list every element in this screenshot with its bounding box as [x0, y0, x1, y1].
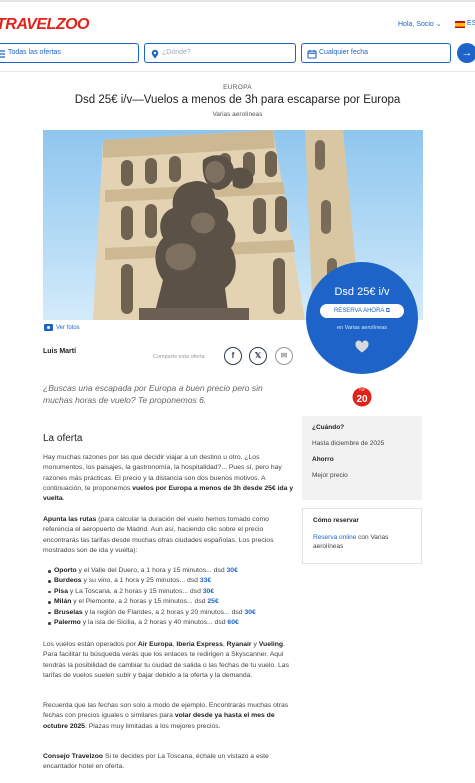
article-paragraph-3: Los vuelos están operados por Air Europa… — [43, 640, 295, 681]
airline-iberia-express: Iberia Express — [176, 641, 223, 648]
destination-input[interactable]: ¿Dónde? — [144, 43, 296, 63]
route-detail: y su vino, a 1 hora y 25 minutos... dsd — [81, 577, 200, 585]
heart-icon[interactable] — [355, 340, 369, 354]
share-label: Comparte esta oferta — [153, 354, 205, 360]
x-share-button[interactable]: 𝕏 — [249, 347, 267, 365]
route-price-link[interactable]: 60€ — [227, 619, 238, 626]
account-menu[interactable]: Hola, Socio ⌄ — [398, 20, 442, 28]
when-heading: ¿Cuándo? — [312, 424, 345, 431]
savings-value: Mejor precio — [312, 472, 348, 479]
search-submit-button[interactable]: → — [457, 43, 475, 63]
route-city: Bruselas — [54, 608, 83, 616]
list-item: Pisa y La Toscana, a 2 horas y 15 minuto… — [48, 587, 298, 597]
price-bubble: Dsd 25€ i/v RESERVA AHORA ⧉ en Varias ae… — [306, 262, 418, 374]
article-paragraph-5: Consejo Travelzoo Si te decides por La T… — [43, 752, 295, 773]
menu-icon — [0, 50, 5, 58]
article-paragraph-1: Hay muchas razones por las que decidir v… — [43, 453, 295, 504]
route-city: Burdeos — [54, 577, 82, 585]
article-paragraph-4: Recuerda que las fechas son solo a modo … — [43, 701, 295, 732]
location-pin-icon — [151, 49, 159, 59]
book-online-link[interactable]: Reserva online — [313, 534, 356, 541]
date-selector[interactable]: Cualquier fecha — [301, 43, 451, 63]
deal-region: EUROPA — [223, 84, 252, 91]
email-share-button[interactable]: ✉ — [275, 347, 293, 365]
greeting-label: Hola, Socio — [398, 21, 434, 28]
spain-flag-icon[interactable] — [455, 21, 465, 28]
offers-filter-label: Todas las ofertas — [8, 49, 61, 56]
see-photos-link[interactable]: Ver fotos — [44, 324, 80, 331]
route-detail: y la región de Flandes, a 2 horas y 20 m… — [82, 608, 245, 616]
route-city: Palermo — [54, 619, 81, 627]
destination-placeholder: ¿Dónde? — [162, 49, 191, 56]
when-value: Hasta diciembre de 2025 — [312, 440, 385, 447]
facebook-share-button[interactable]: f — [224, 347, 242, 365]
top-border — [0, 0, 475, 2]
book-provider-label: en Varias aerolíneas — [336, 325, 388, 331]
offer-heading: La oferta — [43, 433, 83, 444]
arrow-right-icon: → — [461, 47, 473, 59]
routes-list: Oporto y el Valle del Duero, a 1 hora y … — [48, 566, 298, 628]
list-item: Bruselas y la región de Flandes, a 2 hor… — [48, 608, 298, 618]
p2-bold: Apunta las rutas — [43, 516, 97, 523]
p4-end: . Plazas muy limitadas a los mejores pre… — [84, 722, 221, 730]
route-price-link[interactable]: 25€ — [207, 598, 218, 605]
badge-number-text: 20 — [356, 394, 368, 405]
offers-filter-button[interactable]: Todas las ofertas — [0, 43, 139, 63]
how-to-book-heading: Cómo reservar — [313, 517, 359, 524]
calendar-icon — [307, 50, 317, 59]
p3-text-a: Los vuelos están operados por — [43, 641, 138, 648]
header-divider — [0, 71, 475, 72]
route-city: Oporto — [54, 567, 77, 574]
list-item: Milán y el Piemonte, a 2 horas y 15 minu… — [48, 597, 298, 607]
airline-vueling: Vueling — [258, 641, 284, 648]
external-link-icon: ⧉ — [385, 308, 391, 314]
how-to-book-box: Cómo reservar Reserva online con Varias … — [302, 508, 422, 564]
book-now-label: RESERVA AHORA — [333, 308, 385, 314]
list-item: Palermo y la isla de Sicilia, a 2 horas … — [48, 618, 298, 628]
language-label[interactable]: ES — [467, 20, 475, 27]
airline-air-europa: Air Europa — [137, 641, 173, 648]
badge-top-text: TOP — [359, 388, 366, 392]
route-detail: y La Toscana, a 2 horas y 15 minutos... … — [67, 587, 203, 595]
book-now-button[interactable]: RESERVA AHORA ⧉ — [320, 304, 404, 318]
article-paragraph-2: Apunta las rutas (para calcular la durac… — [43, 515, 295, 556]
route-detail: y la isla de Sicilia, a 2 horas y 40 min… — [80, 619, 228, 627]
date-selector-label: Cualquier fecha — [319, 49, 369, 56]
route-city: Pisa — [54, 587, 68, 595]
email-icon: ✉ — [280, 351, 288, 360]
savings-heading: Ahorro — [312, 456, 334, 463]
p3-sep-3: y — [251, 641, 259, 648]
deal-intro: ¿Buscas una escapada por Europa a buen p… — [43, 383, 263, 405]
how-to-book-text: Reserva online con Varias aerolíneas — [313, 533, 411, 551]
author-name: Luis Martí — [43, 348, 77, 355]
list-item: Burdeos y su vino, a 1 hora y 25 minutos… — [48, 576, 298, 586]
camera-icon — [44, 324, 53, 331]
site-header: TRAVELZOO Hola, Socio ⌄ ES — [0, 12, 475, 38]
facebook-icon: f — [231, 351, 235, 360]
route-city: Milán — [54, 598, 72, 606]
see-photos-label: Ver fotos — [56, 325, 80, 332]
when-box: ¿Cuándo? Hasta diciembre de 2025 Ahorro … — [302, 416, 422, 500]
top20-badge: TOP 20 — [352, 387, 372, 407]
chevron-down-icon: ⌄ — [435, 21, 442, 28]
list-item: Oporto y el Valle del Duero, a 1 hora y … — [48, 566, 298, 576]
route-price-link[interactable]: 30€ — [203, 588, 214, 595]
route-price-link[interactable]: 30€ — [227, 567, 238, 574]
route-detail: y el Valle del Duero, a 1 hora y 15 minu… — [76, 567, 227, 574]
p1-end: . — [62, 495, 65, 503]
x-icon: 𝕏 — [254, 351, 262, 360]
deal-title: Dsd 25€ i/v—Vuelos a menos de 3h para es… — [74, 94, 401, 106]
route-price-link[interactable]: 30€ — [244, 609, 255, 616]
deal-price: Dsd 25€ i/v — [334, 286, 390, 298]
travelzoo-logo[interactable]: TRAVELZOO — [0, 16, 89, 34]
p5-bold: Consejo Travelzoo — [43, 753, 104, 760]
route-detail: y el Piemonte, a 2 horas y 15 minutos...… — [71, 598, 208, 606]
route-price-link[interactable]: 33€ — [200, 577, 211, 584]
deal-airlines: Varias aerolíneas — [212, 111, 263, 118]
airline-ryanair: Ryanair — [226, 641, 252, 648]
